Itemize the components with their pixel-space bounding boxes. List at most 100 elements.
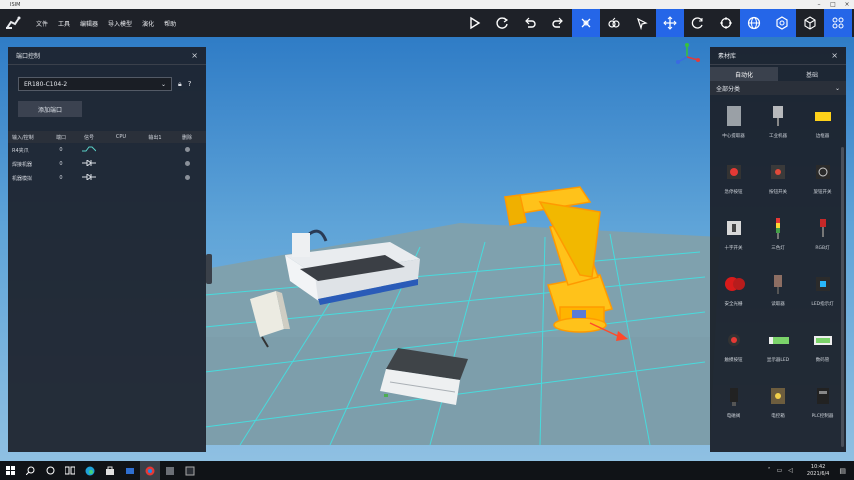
component-item[interactable]: 电控箱 (757, 383, 799, 433)
row-port: 0 (59, 147, 63, 153)
panel-resize-handle[interactable] (206, 254, 212, 284)
notification-icon[interactable]: ▤ (839, 467, 846, 475)
green-display-icon (767, 327, 789, 353)
component-item[interactable]: PLC控制器 (802, 383, 844, 433)
target-icon[interactable] (712, 9, 740, 37)
chrome-icon[interactable] (140, 461, 160, 480)
redo-icon[interactable] (544, 9, 572, 37)
col-header: 端口 (55, 134, 66, 141)
menu-sim[interactable]: 演化 (142, 19, 154, 28)
component-item[interactable]: 安全光栅 (713, 271, 755, 321)
library-scrollbar[interactable] (841, 147, 844, 447)
table-row[interactable]: 焊接机器 0 (8, 157, 206, 171)
io-table: 输入/控制 端口 信号 CPU 输出1 删除 R4夹爪 0 焊接机器 0 机器模… (8, 131, 206, 185)
table-row[interactable]: R4夹爪 0 (8, 143, 206, 157)
delete-row-icon[interactable] (184, 174, 190, 180)
library-title: 素材库 (718, 53, 737, 60)
component-item[interactable]: 旋钮开关 (802, 159, 844, 209)
delete-row-icon[interactable] (184, 146, 190, 152)
close-icon[interactable]: × (831, 51, 838, 60)
component-label: 急停按钮 (724, 190, 743, 195)
port-panel-title: 端口控制 (16, 53, 41, 60)
app-icon[interactable] (160, 461, 180, 480)
menu-tools[interactable]: 工具 (58, 19, 70, 28)
close-window-icon[interactable]: × (840, 0, 854, 9)
component-item[interactable]: 中心提取器 (713, 103, 755, 153)
component-item[interactable]: 显示器LED (757, 327, 799, 377)
app-logo-icon (0, 9, 26, 37)
edge-icon[interactable] (80, 461, 100, 480)
tab-automation[interactable]: 自动化 (710, 67, 778, 81)
row-name: 机器模拟 (12, 175, 33, 182)
isim-icon[interactable] (180, 461, 200, 480)
rotate-icon[interactable] (684, 9, 712, 37)
component-label: 按钮开关 (769, 190, 787, 195)
cube-icon[interactable] (796, 9, 824, 37)
clock[interactable]: 10:42 2021/6/4 (807, 464, 829, 478)
led-panel-icon (812, 271, 834, 297)
component-item[interactable]: 三色灯 (757, 215, 799, 265)
menu-editor[interactable]: 编辑器 (80, 19, 98, 28)
component-item[interactable]: 数码管 (802, 327, 844, 377)
menu-help[interactable]: 帮助 (164, 19, 176, 28)
add-port-button[interactable]: 添加端口 (18, 101, 82, 117)
grid-icon[interactable] (824, 9, 852, 37)
red-gripper-icon (723, 271, 745, 297)
undo-icon[interactable] (516, 9, 544, 37)
search-icon[interactable] (20, 461, 40, 480)
component-item[interactable]: 边框器 (802, 103, 844, 153)
component-item[interactable]: 急停按钮 (713, 159, 755, 209)
refresh-icon[interactable] (488, 9, 516, 37)
sensor-icon (767, 103, 789, 129)
mail-icon[interactable] (120, 461, 140, 480)
category-select[interactable]: 全部分类 ⌄ (710, 81, 846, 95)
component-item[interactable]: 触摸按钮 (713, 327, 755, 377)
component-item[interactable]: 工业机器 (757, 103, 799, 153)
taskview-grid-icon[interactable] (60, 461, 80, 480)
select-icon[interactable] (572, 9, 600, 37)
component-label: RGB灯 (815, 246, 830, 251)
chevron-up-icon[interactable]: ˄ (768, 467, 771, 474)
menu-import[interactable]: 导入模型 (108, 19, 132, 28)
delete-row-icon[interactable] (184, 160, 190, 166)
row-name: 焊接机器 (12, 161, 33, 168)
start-icon[interactable] (0, 461, 20, 480)
volume-icon[interactable]: ◁ (788, 467, 793, 474)
menu-file[interactable]: 文件 (36, 19, 48, 28)
digit-display-icon (812, 327, 834, 353)
settings-icon[interactable] (768, 9, 796, 37)
close-icon[interactable]: × (191, 51, 198, 60)
component-item[interactable]: RGB灯 (802, 215, 844, 265)
help-icon[interactable]: ? (188, 80, 192, 88)
component-label: 数码管 (815, 358, 830, 363)
system-tray: ˄ ▭ ◁ 10:42 2021/6/4 ▤ (768, 461, 854, 480)
minimize-icon[interactable]: – (812, 0, 826, 9)
component-item[interactable]: 电磁阀 (713, 383, 755, 433)
component-item[interactable]: 按钮开关 (757, 159, 799, 209)
robot-icon[interactable] (600, 9, 628, 37)
play-icon[interactable] (460, 9, 488, 37)
globe-icon[interactable] (740, 9, 768, 37)
orientation-gizmo[interactable] (672, 42, 702, 72)
component-label: 旋钮开关 (813, 190, 832, 195)
move-icon[interactable] (656, 9, 684, 37)
col-header: 输出1 (148, 134, 162, 141)
clock-date: 2021/6/4 (806, 470, 830, 477)
lock-icon[interactable]: 🔒︎ (178, 80, 182, 89)
component-item[interactable]: LED指示灯 (802, 271, 844, 321)
taskbar: ˄ ▭ ◁ 10:42 2021/6/4 ▤ (0, 461, 854, 480)
maximize-icon[interactable]: □ (826, 0, 840, 9)
taskview-icon[interactable] (40, 461, 60, 480)
component-label: PLC控制器 (811, 414, 834, 419)
robot-select[interactable]: ER180-C104-2 ⌄ (18, 77, 172, 91)
network-icon[interactable]: ▭ (777, 467, 783, 474)
component-label: 显示器LED (766, 358, 790, 363)
component-item[interactable]: 读取器 (757, 271, 799, 321)
pointer-icon[interactable] (628, 9, 656, 37)
component-item[interactable]: 十字开关 (713, 215, 755, 265)
row-port: 0 (59, 161, 63, 167)
table-row[interactable]: 机器模拟 0 (8, 171, 206, 185)
tab-basic[interactable]: 基础 (778, 67, 846, 81)
port-control-panel: 端口控制 × ER180-C104-2 ⌄ 🔒︎ ? 添加端口 输入/控制 端口… (8, 47, 206, 452)
store-icon[interactable] (100, 461, 120, 480)
